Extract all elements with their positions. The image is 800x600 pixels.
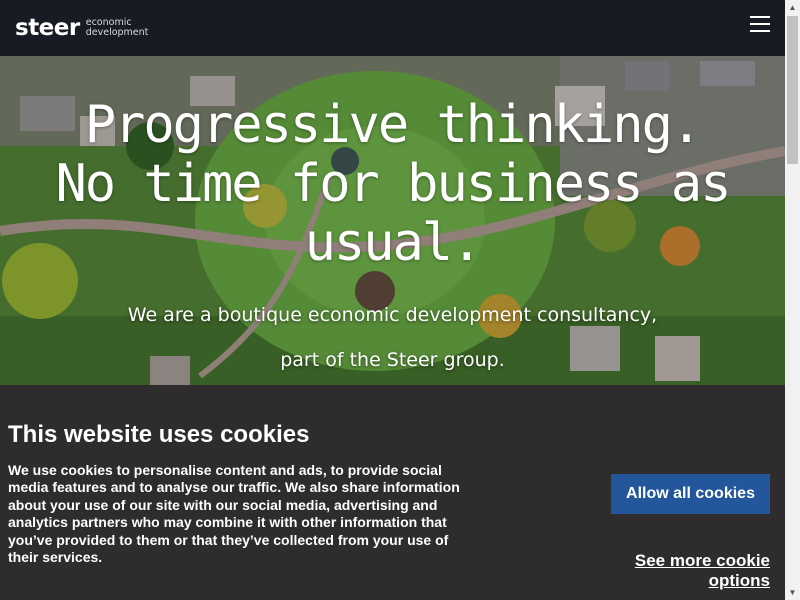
cookie-consent-banner: This website uses cookies We use cookies… (0, 385, 785, 600)
allow-all-cookies-button[interactable]: Allow all cookies (611, 474, 770, 514)
logo-subtitle-line2: development (85, 27, 149, 38)
hero-title: Progressive thinking. No time for busine… (40, 96, 745, 273)
page: steer economic development Progressive t… (0, 0, 785, 600)
hero-subtitle-line1: We are a boutique economic development c… (127, 304, 658, 326)
steer-logo[interactable]: steer economic development (15, 13, 148, 43)
cookie-banner-title: This website uses cookies (8, 421, 310, 448)
hero-title-line1: Progressive thinking. (84, 95, 702, 155)
hero-subtitle-line2: part of the Steer group. (280, 349, 505, 371)
scrollbar-thumb[interactable] (787, 16, 798, 164)
scroll-down-arrow-icon[interactable]: ▼ (785, 585, 800, 600)
logo-subtitle: economic development (86, 18, 149, 38)
top-navigation-bar: steer economic development (0, 0, 785, 56)
cookie-banner-text: We use cookies to personalise content an… (8, 462, 460, 566)
hamburger-menu-icon[interactable] (750, 16, 770, 34)
see-more-cookie-options-link[interactable]: See more cookie options (575, 551, 770, 591)
scroll-up-arrow-icon[interactable]: ▲ (785, 0, 800, 15)
vertical-scrollbar[interactable]: ▲ ▼ (785, 0, 800, 600)
hero-title-line3: usual. (304, 213, 483, 273)
logo-wordmark: steer (15, 14, 80, 41)
hero-title-line2: No time for business as (55, 154, 731, 214)
